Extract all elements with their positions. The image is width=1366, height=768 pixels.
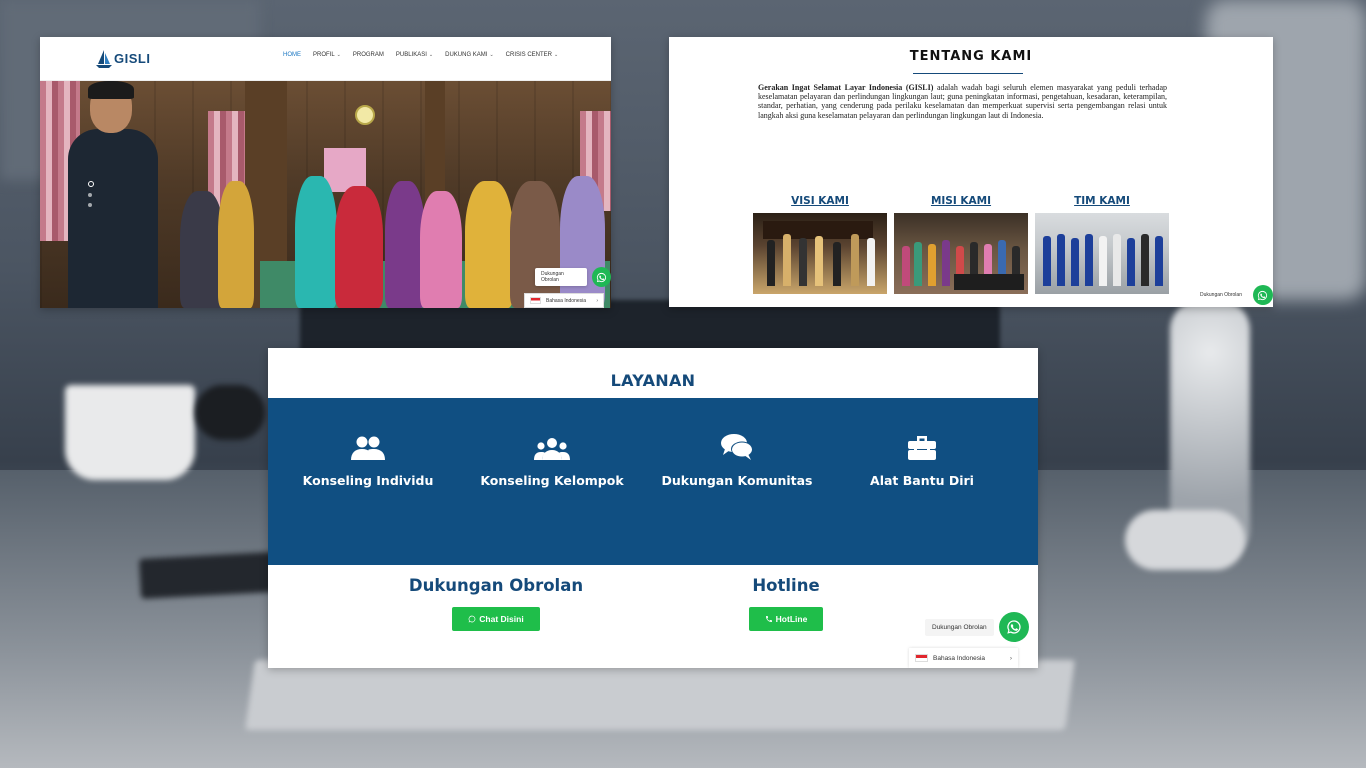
chevron-right-icon: › (596, 297, 598, 304)
whatsapp-icon[interactable] (998, 612, 1029, 642)
nav-item-crisis-center[interactable]: CRISIS CENTER ⌄ (506, 52, 559, 58)
chevron-down-icon: ⌄ (489, 52, 494, 58)
service-label: Konseling Individu (302, 473, 434, 488)
toolbox-icon (908, 434, 936, 460)
whatsapp-widget[interactable]: Dukungan Obrolan (1194, 285, 1273, 305)
about-page-screenshot: TENTANG KAMI Gerakan Ingat Selamat Layar… (669, 37, 1273, 307)
service-label: Dukungan Komunitas (661, 473, 813, 488)
section-title: TENTANG KAMI (909, 49, 1033, 64)
language-selector[interactable]: Bahasa Indonesia › (524, 293, 604, 308)
service-label: Konseling Kelompok (480, 473, 624, 488)
section-title: LAYANAN (610, 371, 696, 390)
chat-heading: Dukungan Obrolan (408, 576, 584, 595)
service-konseling-kelompok[interactable]: Konseling Kelompok (467, 434, 637, 488)
hero-slider-image (40, 81, 611, 308)
whatsapp-widget[interactable]: Dukungan Obrolan (535, 267, 611, 287)
service-konseling-individu[interactable]: Konseling Individu (283, 434, 453, 488)
hotline-section: Hotline HotLine (636, 576, 936, 631)
card-tim[interactable]: TIM KAMI (1035, 195, 1169, 294)
home-page-screenshot: GISLI HOME PROFIL ⌄ PROGRAM PUBLIKASI ⌄ DU… (40, 37, 611, 308)
slider-dots[interactable] (88, 181, 94, 207)
service-dukungan-komunitas[interactable]: Dukungan Komunitas (652, 434, 822, 488)
visi-photo (753, 213, 887, 294)
nav-item-publikasi[interactable]: PUBLIKASI ⌄ (396, 52, 433, 58)
whatsapp-icon (468, 615, 476, 623)
chat-button[interactable]: Chat Disini (452, 607, 540, 631)
about-paragraph: Gerakan Ingat Selamat Layar Indonesia (G… (758, 83, 1167, 120)
whatsapp-label: Dukungan Obrolan (1200, 292, 1242, 298)
chevron-down-icon: ⌄ (336, 52, 341, 58)
tim-photo (1035, 213, 1169, 294)
nav-item-home[interactable]: HOME (283, 52, 301, 58)
whatsapp-icon[interactable] (1252, 285, 1273, 305)
whatsapp-icon[interactable] (591, 267, 611, 287)
org-name: Gerakan Ingat Selamat Layar Indonesia (G… (758, 83, 934, 92)
title-underline (913, 73, 1023, 74)
misi-photo (894, 213, 1028, 294)
services-page-screenshot: LAYANAN Konseling Individu Konseling Kel… (268, 348, 1038, 668)
phone-icon (765, 616, 772, 622)
services-band: Konseling Individu Konseling Kelompok Du… (268, 398, 1038, 565)
nav-item-profil[interactable]: PROFIL ⌄ (313, 52, 341, 58)
chevron-down-icon: ⌄ (554, 52, 559, 58)
logo-text: GISLI (114, 51, 151, 66)
about-cards: VISI KAMI MISI KAMI TIM KAMI (753, 195, 1169, 294)
chevron-down-icon: ⌄ (428, 52, 434, 58)
chat-support-section: Dukungan Obrolan Chat Disini (346, 576, 646, 631)
indonesia-flag-icon (915, 654, 928, 662)
navbar: GISLI HOME PROFIL ⌄ PROGRAM PUBLIKASI ⌄ DU… (40, 37, 611, 81)
service-alat-bantu-diri[interactable]: Alat Bantu Diri (837, 434, 1007, 488)
nav-item-program[interactable]: PROGRAM (353, 52, 384, 58)
nav-item-dukung-kami[interactable]: DUKUNG KAMI ⌄ (445, 52, 494, 58)
card-label[interactable]: VISI KAMI (791, 195, 849, 207)
whatsapp-label: Dukungan Obrolan (535, 268, 587, 286)
chevron-right-icon: › (1009, 654, 1012, 662)
card-visi[interactable]: VISI KAMI (753, 195, 887, 294)
hotline-button[interactable]: HotLine (748, 607, 824, 631)
sailboat-logo-icon (96, 49, 112, 68)
whatsapp-label: Dukungan Obrolan (925, 618, 994, 636)
card-label[interactable]: TIM KAMI (1074, 195, 1130, 207)
group-icon (534, 434, 570, 460)
site-logo[interactable]: GISLI (96, 49, 151, 68)
whatsapp-widget[interactable]: Dukungan Obrolan (925, 612, 1029, 642)
card-misi[interactable]: MISI KAMI (894, 195, 1028, 294)
indonesia-flag-icon (530, 297, 541, 304)
language-selector[interactable]: Bahasa Indonesia › (909, 648, 1018, 668)
hotline-heading: Hotline (752, 576, 820, 595)
card-label[interactable]: MISI KAMI (931, 195, 991, 207)
users-icon (351, 434, 385, 460)
service-label: Alat Bantu Diri (870, 473, 974, 488)
comments-icon (721, 434, 753, 460)
main-menu: HOME PROFIL ⌄ PROGRAM PUBLIKASI ⌄ DUKUNG K… (283, 52, 558, 58)
